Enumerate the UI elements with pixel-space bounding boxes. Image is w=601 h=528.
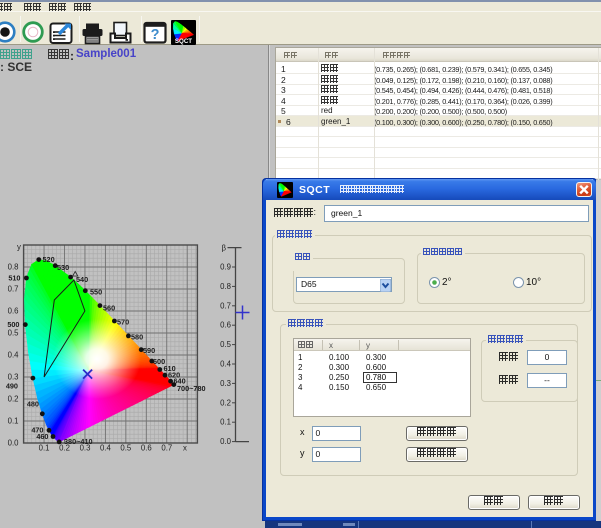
svg-text:0.5: 0.5 bbox=[220, 340, 232, 349]
svg-text:580: 580 bbox=[131, 333, 143, 342]
svg-text:460: 460 bbox=[36, 432, 48, 441]
svg-text:0.2: 0.2 bbox=[220, 398, 231, 407]
svg-text:β: β bbox=[222, 244, 227, 253]
svg-text:0.4: 0.4 bbox=[220, 360, 232, 369]
svg-text:560: 560 bbox=[103, 304, 115, 313]
svg-text:0.4: 0.4 bbox=[8, 351, 20, 360]
svg-text:0.5: 0.5 bbox=[8, 329, 20, 338]
svg-text:y: y bbox=[17, 243, 21, 252]
svg-text:0.1: 0.1 bbox=[8, 417, 19, 426]
svg-text:0.8: 0.8 bbox=[220, 282, 231, 291]
svg-text:700~780: 700~780 bbox=[177, 384, 206, 393]
svg-text:0.4: 0.4 bbox=[100, 444, 112, 453]
svg-text:0.6: 0.6 bbox=[220, 321, 231, 330]
svg-text:0.0: 0.0 bbox=[220, 437, 232, 446]
svg-text:520: 520 bbox=[43, 255, 55, 264]
svg-text:530: 530 bbox=[57, 263, 69, 272]
svg-text:0.2: 0.2 bbox=[8, 395, 19, 404]
svg-text:x: x bbox=[183, 444, 187, 453]
svg-text:0.3: 0.3 bbox=[8, 373, 19, 382]
svg-text:SQCT: SQCT bbox=[175, 38, 192, 45]
svg-text:0.6: 0.6 bbox=[8, 307, 19, 316]
svg-text:0.1: 0.1 bbox=[220, 418, 231, 427]
svg-text:0.7: 0.7 bbox=[220, 301, 231, 310]
svg-text:?: ? bbox=[151, 27, 160, 43]
svg-text:0.0: 0.0 bbox=[8, 439, 20, 448]
svg-text:570: 570 bbox=[117, 318, 129, 327]
svg-text:0.7: 0.7 bbox=[8, 285, 19, 294]
svg-text:550: 550 bbox=[90, 288, 102, 297]
svg-text:0.1: 0.1 bbox=[39, 444, 50, 453]
svg-text:0.7: 0.7 bbox=[161, 444, 172, 453]
svg-text:0.8: 0.8 bbox=[8, 263, 19, 272]
svg-text:0.3: 0.3 bbox=[220, 379, 231, 388]
svg-text:0.2: 0.2 bbox=[59, 444, 70, 453]
svg-text:0.5: 0.5 bbox=[120, 444, 132, 453]
svg-text:0.9: 0.9 bbox=[220, 263, 231, 272]
svg-text:590: 590 bbox=[143, 346, 155, 355]
svg-text:0.6: 0.6 bbox=[141, 444, 152, 453]
svg-text:0.3: 0.3 bbox=[80, 444, 91, 453]
svg-text:490: 490 bbox=[6, 382, 18, 391]
svg-text:480: 480 bbox=[27, 400, 39, 409]
svg-text:510: 510 bbox=[8, 274, 20, 283]
